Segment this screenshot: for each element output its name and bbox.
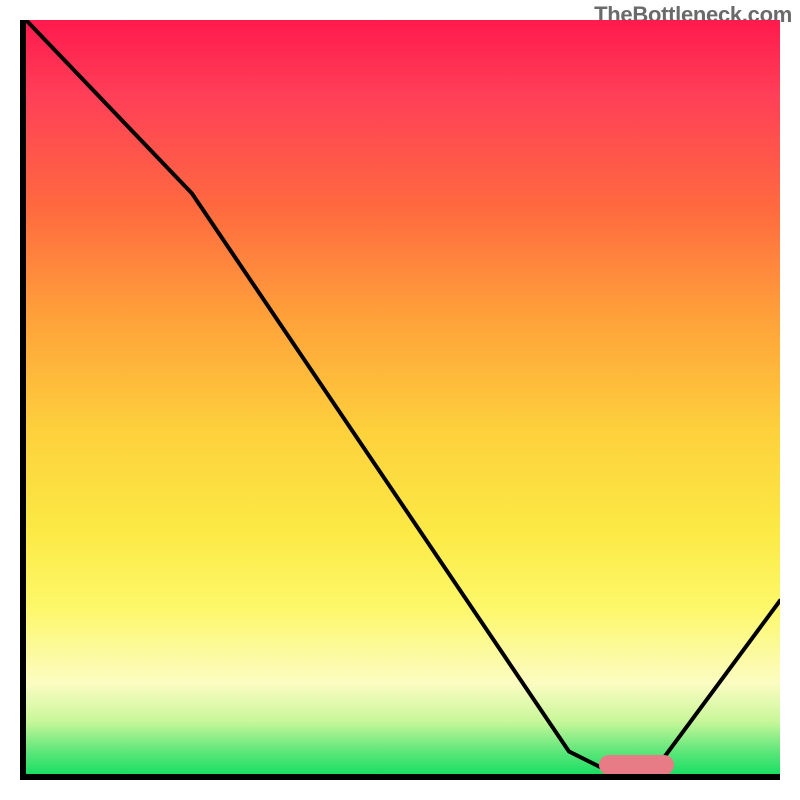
chart-container: { "attribution": "TheBottleneck.com", "c… [0, 0, 800, 800]
data-curve [26, 20, 780, 774]
plot-area [20, 20, 780, 780]
optimal-marker [599, 755, 674, 775]
